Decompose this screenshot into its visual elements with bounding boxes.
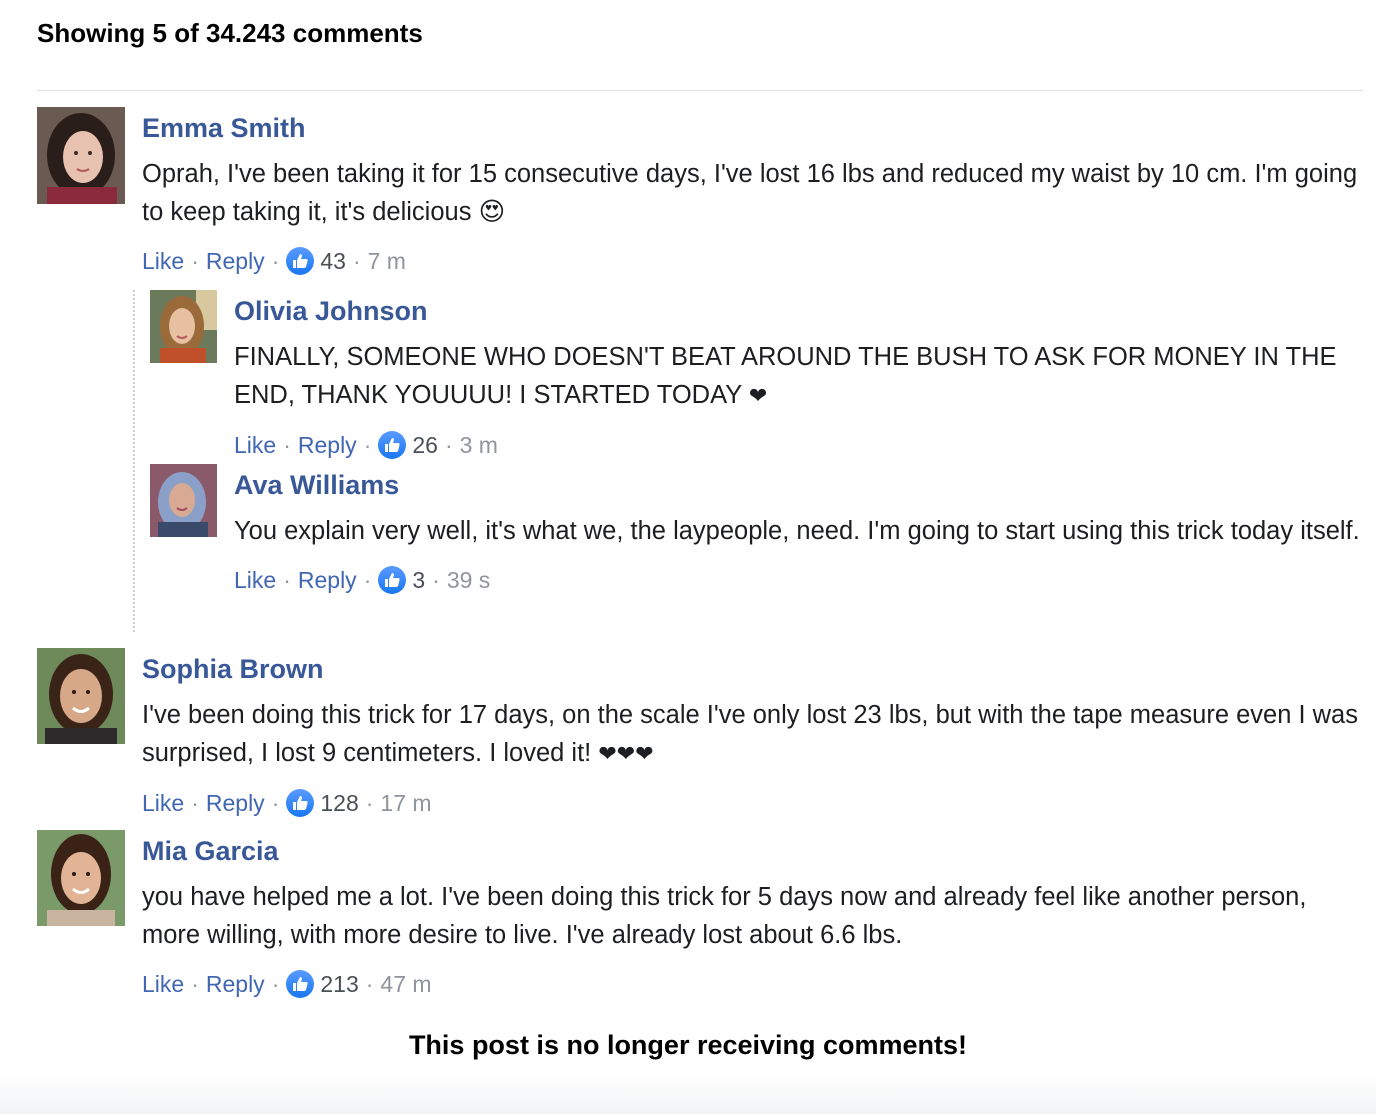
like-count: 26 (412, 431, 438, 458)
comment: Sophia Brown I've been doing this trick … (37, 648, 1367, 818)
avatar[interactable] (37, 107, 125, 204)
like-count: 213 (320, 970, 359, 997)
comment-text: Oprah, I've been taking it for 15 consec… (142, 160, 1358, 226)
reply-button[interactable]: Reply (298, 568, 357, 592)
avatar[interactable] (37, 830, 125, 926)
separator: · (444, 431, 453, 458)
separator: · (191, 247, 199, 274)
heart-emoji: ❤ (748, 383, 768, 408)
like-reaction-icon[interactable] (378, 431, 407, 459)
separator: · (271, 970, 280, 997)
like-button[interactable]: Like (142, 249, 184, 273)
like-button[interactable]: Like (234, 568, 276, 592)
comment-actions: Like · Reply · 43 · 7 m (142, 247, 1367, 275)
comment-actions: Like · Reply · 3 · 39 s (234, 566, 1365, 594)
comment-author[interactable]: Mia Garcia (142, 838, 1367, 865)
comment-actions: Like · Reply · 213 · 47 m (142, 970, 1367, 998)
like-button[interactable]: Like (142, 972, 184, 996)
comment-actions: Like · Reply · 128 · 17 m (142, 789, 1367, 817)
divider (37, 90, 1363, 91)
separator: · (191, 970, 199, 997)
comment-author[interactable]: Emma Smith (142, 115, 1367, 142)
timestamp[interactable]: 39 s (447, 568, 490, 592)
hearts-emoji: ❤❤❤ (598, 741, 654, 766)
comment-author[interactable]: Ava Williams (234, 472, 1365, 499)
reply-comment: Olivia Johnson FINALLY, SOMEONE WHO DOES… (150, 290, 1365, 460)
like-button[interactable]: Like (234, 433, 276, 457)
like-count: 128 (320, 789, 359, 816)
like-count: 43 (320, 247, 346, 274)
comment: Emma Smith Oprah, I've been taking it fo… (37, 107, 1367, 277)
comment-text-block: FINALLY, SOMEONE WHO DOESN'T BEAT AROUND… (234, 338, 1365, 415)
comment-text-block: I've been doing this trick for 17 days, … (142, 696, 1367, 773)
timestamp[interactable]: 3 m (460, 433, 498, 457)
comment-text: you have helped me a lot. I've been doin… (142, 883, 1307, 949)
reply-comment: Ava Williams You explain very well, it's… (150, 464, 1365, 634)
like-reaction-icon[interactable] (378, 566, 407, 594)
separator: · (432, 566, 440, 593)
separator: · (283, 431, 291, 458)
comments-closed-notice: This post is no longer receiving comment… (408, 1030, 968, 1060)
separator: · (365, 789, 374, 816)
like-reaction-icon[interactable] (286, 970, 315, 998)
like-button[interactable]: Like (142, 791, 184, 815)
separator: · (283, 566, 291, 593)
comment-author[interactable]: Sophia Brown (142, 656, 1367, 683)
heart-eyes-emoji: 😍 (478, 198, 506, 226)
separator: · (363, 566, 372, 593)
separator: · (363, 431, 372, 458)
avatar[interactable] (150, 290, 217, 363)
comment-actions: Like · Reply · 26 · 3 m (234, 431, 1365, 459)
comments-count-heading: Showing 5 of 34.243 comments (37, 18, 423, 48)
comment-text: FINALLY, SOMEONE WHO DOESN'T BEAT AROUND… (234, 343, 1337, 409)
like-count: 3 (412, 566, 426, 593)
avatar[interactable] (37, 648, 125, 744)
separator: · (191, 789, 199, 816)
reply-button[interactable]: Reply (206, 249, 265, 273)
reply-thread-line (133, 290, 135, 632)
reply-button[interactable]: Reply (206, 972, 265, 996)
comment-text: I've been doing this trick for 17 days, … (142, 701, 1358, 767)
timestamp[interactable]: 17 m (380, 791, 431, 815)
separator: · (365, 970, 374, 997)
timestamp[interactable]: 7 m (368, 249, 406, 273)
comment-author[interactable]: Olivia Johnson (234, 298, 1365, 325)
comment: Mia Garcia you have helped me a lot. I'v… (37, 830, 1367, 1000)
comment-text: You explain very well, it's what we, the… (234, 517, 1360, 545)
reply-button[interactable]: Reply (206, 791, 265, 815)
timestamp[interactable]: 47 m (380, 972, 431, 996)
avatar[interactable] (150, 464, 217, 537)
reply-button[interactable]: Reply (298, 433, 357, 457)
separator: · (271, 247, 280, 274)
separator: · (271, 789, 280, 816)
like-reaction-icon[interactable] (286, 789, 315, 817)
bottom-fade (0, 1074, 1376, 1114)
separator: · (352, 247, 361, 274)
like-reaction-icon[interactable] (286, 247, 315, 275)
comment-text-block: Oprah, I've been taking it for 15 consec… (142, 155, 1367, 231)
